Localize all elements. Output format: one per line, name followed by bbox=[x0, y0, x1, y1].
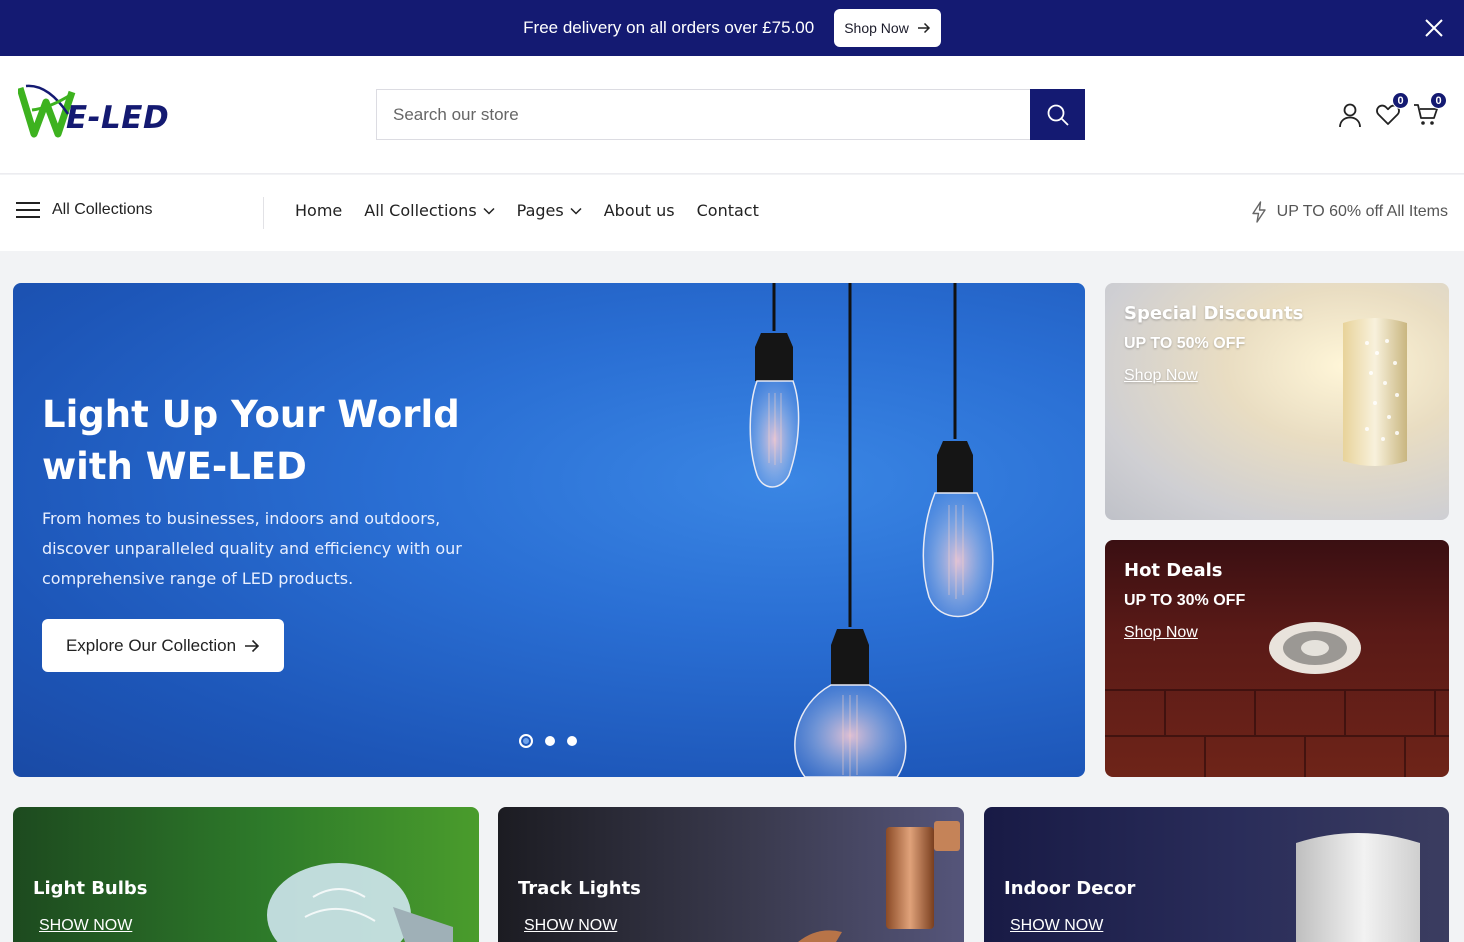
search-icon bbox=[1047, 104, 1069, 126]
chevron-down-icon bbox=[570, 207, 582, 215]
category-title: Light Bulbs bbox=[33, 878, 148, 899]
announcement-shop-now-button[interactable]: Shop Now bbox=[834, 9, 941, 47]
nav-links: Home All Collections Pages About us Cont… bbox=[295, 201, 759, 220]
category-show-now-link[interactable]: SHOW NOW bbox=[524, 917, 617, 935]
site-logo[interactable]: E-LED bbox=[18, 80, 178, 150]
nav-promo-text: UP TO 60% off All Items bbox=[1276, 203, 1448, 220]
logo-text: E-LED bbox=[66, 100, 170, 136]
promo-shop-now-link[interactable]: Shop Now bbox=[1124, 624, 1198, 642]
nav-promo: UP TO 60% off All Items bbox=[1251, 201, 1448, 223]
nav-link-label: About us bbox=[603, 201, 675, 220]
promo-title: Special Discounts bbox=[1124, 303, 1304, 324]
lightning-icon bbox=[1251, 201, 1266, 223]
carousel-dot-1[interactable] bbox=[519, 734, 533, 748]
nav-link-label: Pages bbox=[516, 201, 564, 220]
explore-collection-button[interactable]: Explore Our Collection bbox=[42, 619, 284, 672]
nav-link-all-collections[interactable]: All Collections bbox=[364, 201, 495, 220]
promo-title: Hot Deals bbox=[1124, 560, 1223, 581]
category-card-light-bulbs[interactable]: Light Bulbs SHOW NOW bbox=[13, 807, 479, 942]
hero-banner: Light Up Your World with WE-LED From hom… bbox=[13, 283, 1085, 777]
hamburger-menu-icon bbox=[16, 202, 40, 218]
category-title: Indoor Decor bbox=[1004, 878, 1136, 899]
carousel-dot-3[interactable] bbox=[567, 736, 577, 746]
cart-count-badge: 0 bbox=[1430, 92, 1447, 109]
category-card-track-lights[interactable]: Track Lights SHOW NOW bbox=[498, 807, 964, 942]
nav-link-label: Contact bbox=[696, 201, 759, 220]
pendant-bulbs-image bbox=[749, 283, 994, 777]
nav-link-contact[interactable]: Contact bbox=[697, 201, 759, 220]
close-icon[interactable] bbox=[1420, 14, 1448, 42]
announcement-text: Free delivery on all orders over £75.00 bbox=[523, 18, 815, 37]
nav-link-home[interactable]: Home bbox=[295, 201, 342, 220]
explore-collection-label: Explore Our Collection bbox=[65, 635, 237, 655]
all-collections-label: All Collections bbox=[52, 201, 153, 218]
promo-shop-now-link[interactable]: Shop Now bbox=[1124, 367, 1198, 385]
chevron-down-icon bbox=[483, 207, 495, 215]
all-collections-menu-button[interactable]: All Collections bbox=[16, 201, 152, 219]
nav-link-label: Home bbox=[295, 201, 343, 220]
carousel-dot-2[interactable] bbox=[545, 736, 555, 746]
promo-subtitle: UP TO 30% OFF bbox=[1124, 592, 1246, 609]
promo-special-discounts[interactable]: Special Discounts UP TO 50% OFF Shop Now bbox=[1105, 283, 1449, 520]
category-show-now-link[interactable]: SHOW NOW bbox=[1010, 917, 1103, 935]
hero-subtitle: From homes to businesses, indoors and ou… bbox=[42, 509, 462, 588]
nav-link-about-us[interactable]: About us bbox=[604, 201, 675, 220]
search-button[interactable] bbox=[1030, 89, 1085, 140]
search-bar bbox=[376, 89, 1085, 140]
category-title: Track Lights bbox=[518, 878, 641, 899]
wishlist-button[interactable]: 0 bbox=[1375, 92, 1409, 128]
promo-hot-deals[interactable]: Hot Deals UP TO 30% OFF Shop Now bbox=[1105, 540, 1449, 777]
category-card-indoor-decor[interactable]: Indoor Decor SHOW NOW bbox=[984, 807, 1449, 942]
site-header: E-LED 0 0 bbox=[0, 56, 1464, 174]
promo-subtitle: UP TO 50% OFF bbox=[1124, 335, 1246, 352]
carousel-dots bbox=[519, 734, 577, 748]
main-nav: All Collections Home All Collections Pag… bbox=[0, 175, 1464, 251]
nav-divider bbox=[263, 197, 264, 229]
announcement-shop-now-label: Shop Now bbox=[844, 20, 909, 36]
search-input[interactable] bbox=[377, 90, 1030, 139]
hero-title: Light Up Your World with WE-LED bbox=[42, 393, 460, 488]
arrow-right-icon bbox=[245, 639, 260, 652]
arrow-right-icon bbox=[917, 22, 930, 34]
wishlist-count-badge: 0 bbox=[1392, 92, 1409, 109]
nav-link-pages[interactable]: Pages bbox=[517, 201, 582, 220]
category-show-now-link[interactable]: SHOW NOW bbox=[39, 917, 132, 935]
announcement-bar: Free delivery on all orders over £75.00 … bbox=[0, 0, 1464, 56]
user-icon[interactable] bbox=[1337, 102, 1363, 128]
cart-button[interactable]: 0 bbox=[1413, 92, 1447, 128]
nav-link-label: All Collections bbox=[364, 201, 477, 220]
